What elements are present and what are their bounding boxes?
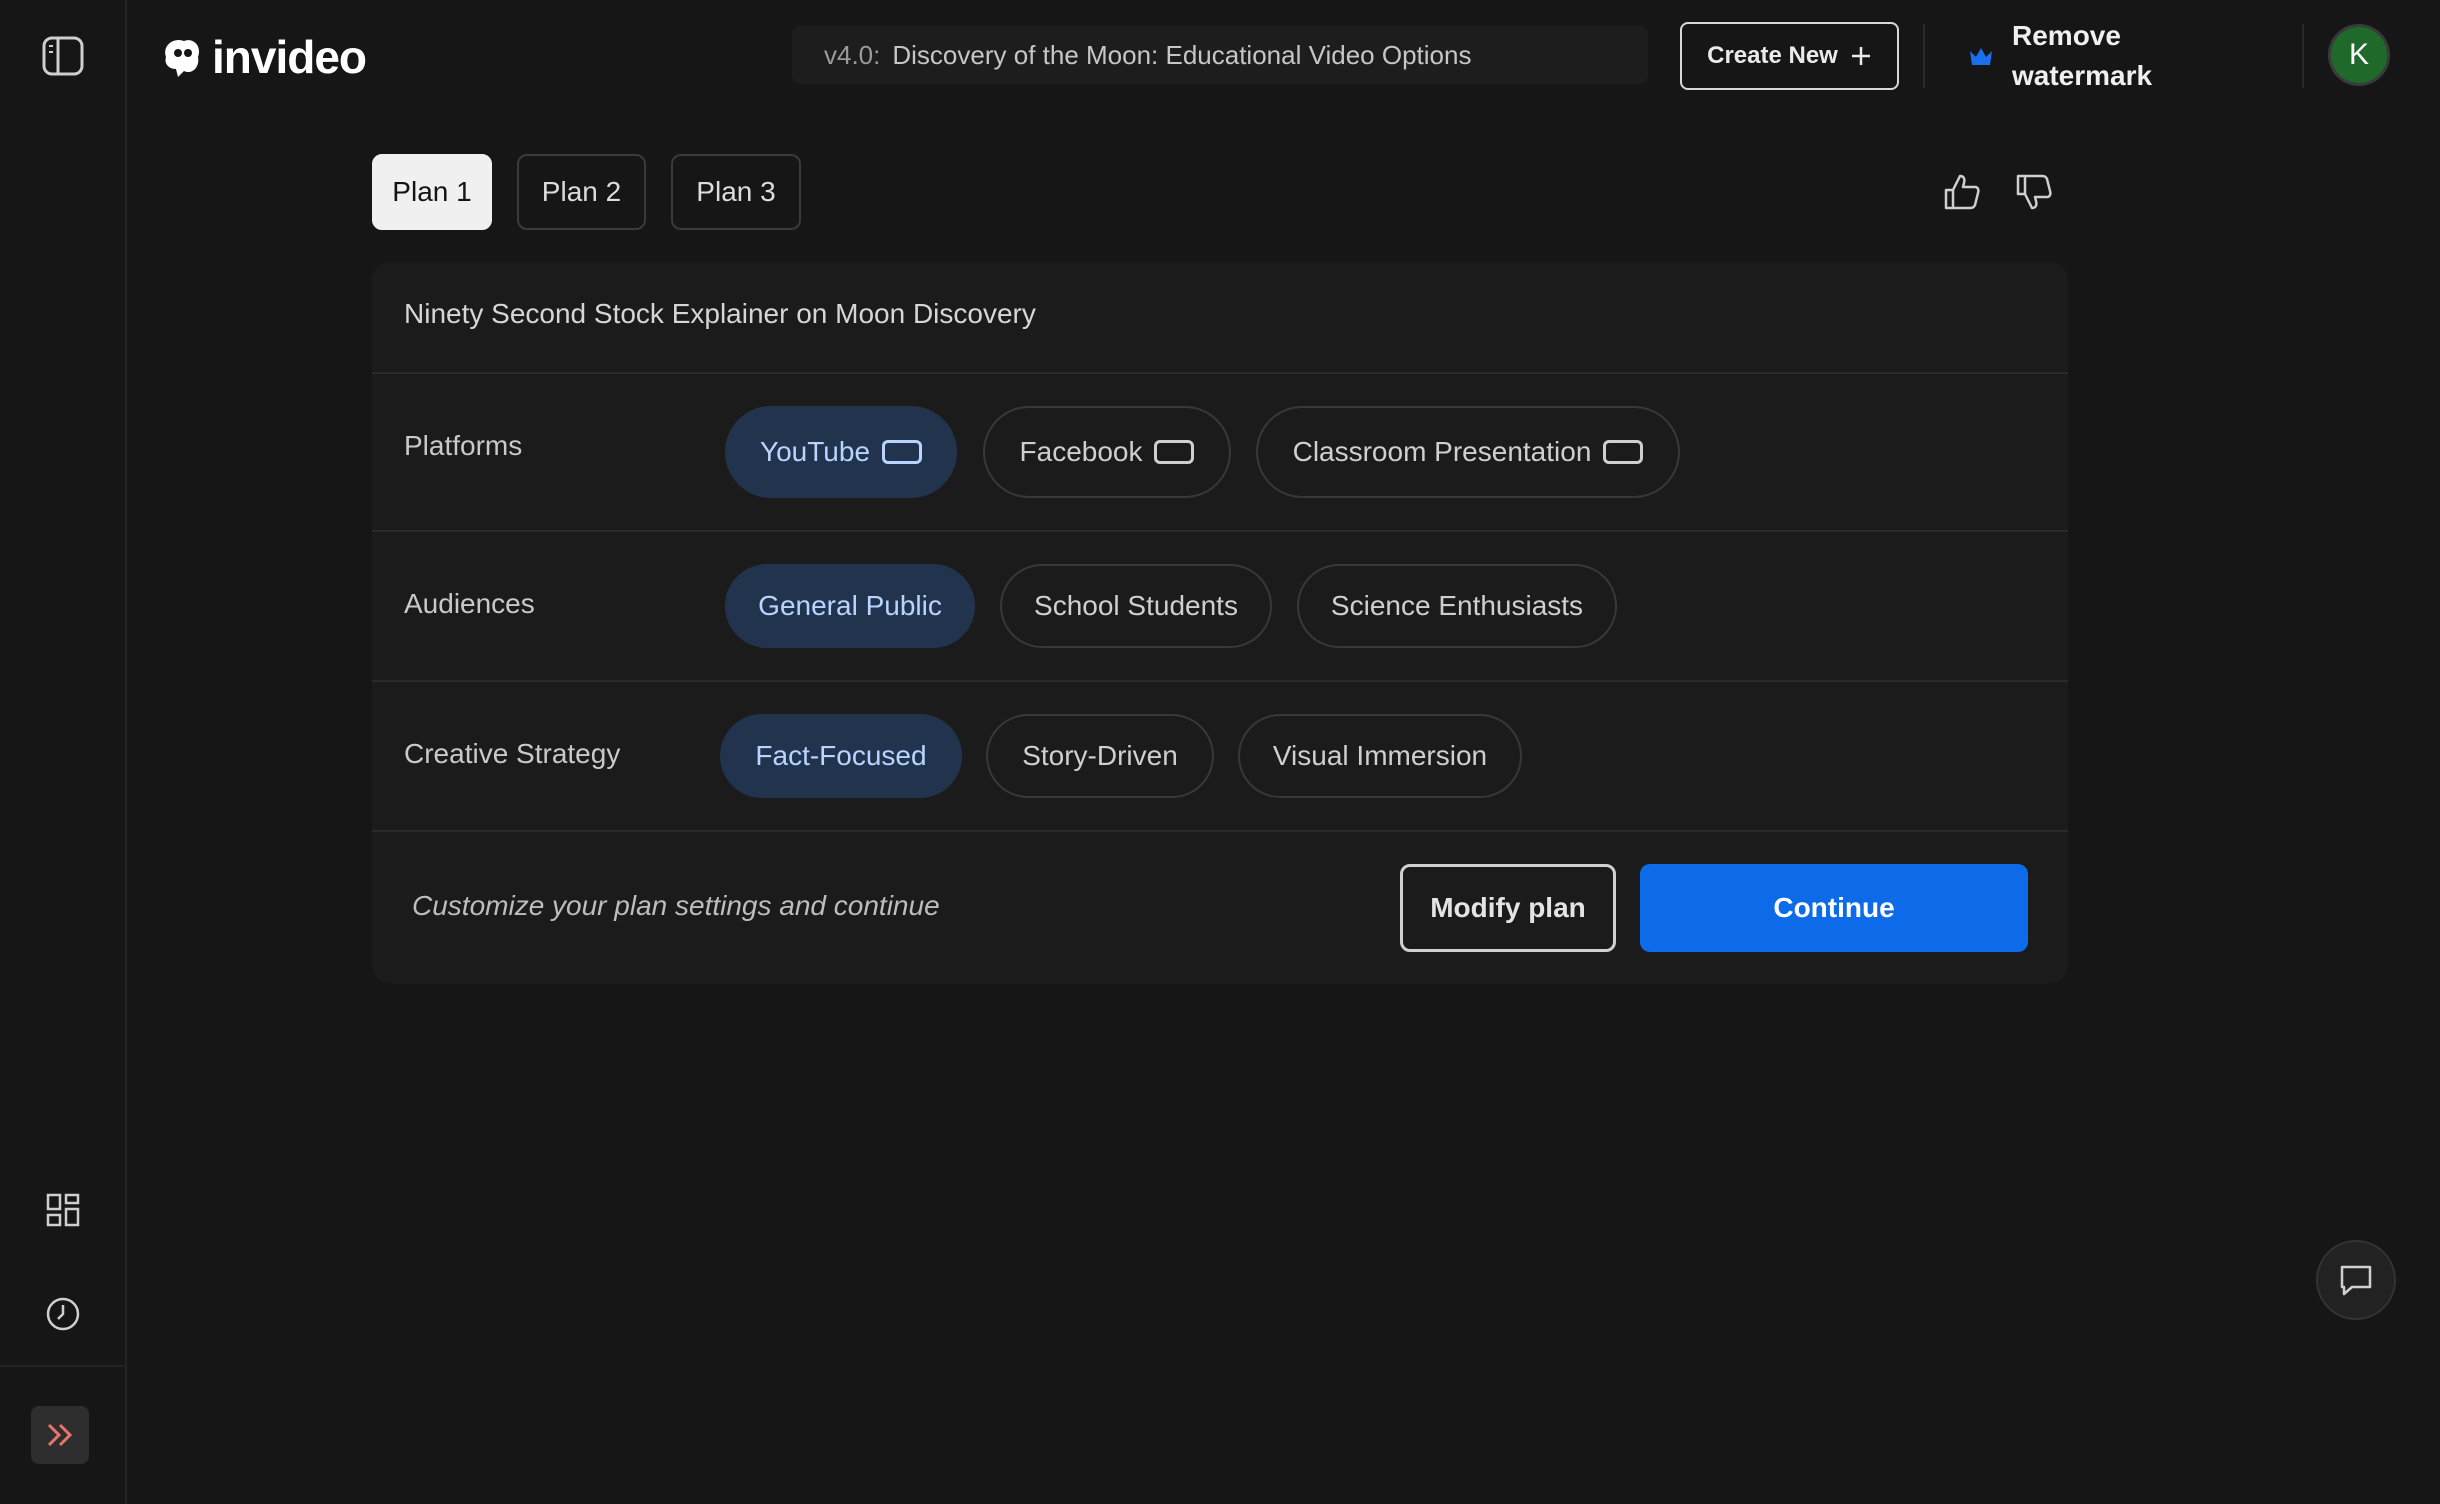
sidebar-divider [0, 1365, 127, 1367]
creative-strategy-label: Creative Strategy [404, 738, 621, 769]
logo-mark-icon [165, 39, 200, 77]
invideo-logo[interactable]: invideo [158, 30, 367, 84]
project-title-field[interactable]: v4.0: Discovery of the Moon: Educational… [792, 26, 1648, 84]
plus-icon [1851, 47, 1870, 65]
sidebar-toggle-icon[interactable] [33, 26, 93, 86]
modify-plan-button[interactable]: Modify plan [1400, 864, 1616, 952]
grid-icon[interactable] [33, 1180, 93, 1240]
platform-chip-facebook[interactable]: Facebook [983, 406, 1231, 498]
remove-watermark-label: Remove watermark [2012, 20, 2153, 91]
chat-button[interactable] [2316, 1240, 2396, 1320]
strategy-chip-visual-immersion[interactable]: Visual Immersion [1238, 714, 1522, 798]
crown-icon [1970, 48, 1992, 65]
avatar[interactable]: K [2328, 24, 2390, 86]
row-divider [372, 680, 2068, 682]
header-separator [1923, 24, 1925, 88]
header-separator-2 [2302, 24, 2304, 88]
audience-chip-general-public[interactable]: General Public [725, 564, 975, 648]
platform-chip-youtube[interactable]: YouTube [725, 406, 957, 498]
row-divider [372, 530, 2068, 532]
platforms-label: Platforms [404, 430, 523, 461]
audience-chip-school-students[interactable]: School Students [1000, 564, 1272, 648]
tab-plan-3[interactable]: Plan 3 [671, 154, 801, 230]
screen-icon [1603, 440, 1644, 464]
remove-watermark-button[interactable]: Remove watermark [1968, 14, 2178, 98]
chip-label: YouTube [759, 436, 871, 467]
chip-label: Facebook [1019, 436, 1143, 467]
row-divider [372, 830, 2068, 832]
chat-bubble-icon [2340, 1265, 2372, 1296]
strategy-chip-story-driven[interactable]: Story-Driven [986, 714, 1214, 798]
app-root: invideo v4.0: Discovery of the Moon: Edu… [0, 0, 2440, 1504]
plan-hint-text: Customize your plan settings and continu… [412, 890, 940, 921]
tab-plan-1[interactable]: Plan 1 [372, 154, 492, 230]
continue-button[interactable]: Continue [1640, 864, 2028, 952]
project-version: v4.0: [824, 39, 881, 70]
screen-icon [1154, 440, 1195, 464]
sidebar [0, 0, 127, 1504]
row-divider [372, 372, 2068, 374]
platform-chip-classroom-presentation[interactable]: Classroom Presentation [1256, 406, 1680, 498]
audiences-label: Audiences [404, 588, 535, 619]
project-title: Discovery of the Moon: Educational Video… [892, 39, 1472, 70]
plan-title: Ninety Second Stock Explainer on Moon Di… [404, 298, 1036, 329]
chip-label: Classroom Presentation [1292, 436, 1592, 467]
double-chevron-right-icon [47, 1423, 73, 1447]
plan-card: Ninety Second Stock Explainer on Moon Di… [372, 262, 2068, 984]
create-new-label: Create New [1707, 42, 1838, 69]
thumbs-down-icon[interactable] [2010, 168, 2058, 216]
thumbs-up-icon[interactable] [1938, 168, 1986, 216]
history-clock-icon[interactable] [33, 1284, 93, 1344]
audience-chip-science-enthusiasts[interactable]: Science Enthusiasts [1297, 564, 1617, 648]
logo-text: invideo [212, 31, 367, 83]
tab-plan-2[interactable]: Plan 2 [517, 154, 646, 230]
expand-sidebar-button[interactable] [31, 1406, 89, 1464]
strategy-chip-fact-focused[interactable]: Fact-Focused [720, 714, 962, 798]
create-new-button[interactable]: Create New [1680, 22, 1899, 90]
screen-icon [882, 440, 923, 464]
